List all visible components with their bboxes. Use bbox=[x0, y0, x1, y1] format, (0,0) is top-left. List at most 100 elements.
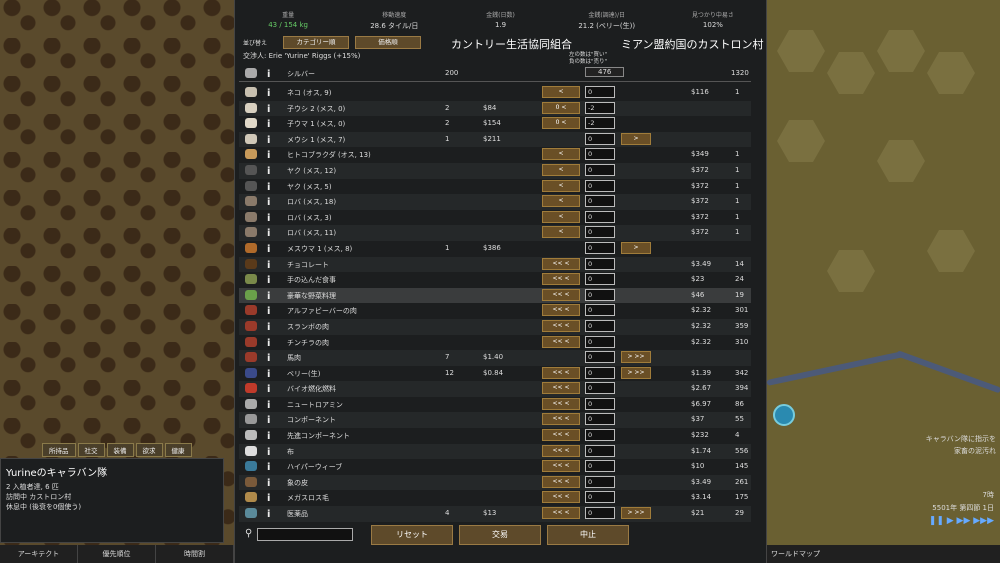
info-icon[interactable]: i bbox=[267, 135, 270, 146]
decrease-button[interactable]: << < bbox=[542, 507, 580, 520]
decrease-button[interactable]: << < bbox=[542, 288, 580, 301]
quantity-input[interactable]: 0 bbox=[585, 132, 615, 145]
quantity-input[interactable]: -2 bbox=[585, 101, 615, 114]
quantity-input[interactable]: 0 bbox=[585, 241, 615, 254]
search-input[interactable] bbox=[257, 528, 353, 541]
quantity-input[interactable]: 0 bbox=[585, 429, 615, 442]
info-icon[interactable]: i bbox=[267, 104, 270, 115]
info-icon[interactable]: i bbox=[267, 400, 270, 411]
quantity-input[interactable]: 0 bbox=[585, 507, 615, 520]
info-icon[interactable]: i bbox=[267, 88, 270, 99]
quantity-input[interactable]: 0 bbox=[585, 86, 615, 98]
quantity-input[interactable]: 0 bbox=[585, 397, 615, 410]
reset-button[interactable]: リセット bbox=[371, 525, 453, 545]
info-icon[interactable]: i bbox=[267, 384, 270, 395]
architect-button[interactable]: アーキテクト bbox=[0, 545, 78, 563]
quantity-input[interactable]: 0 bbox=[585, 226, 615, 239]
quantity-input[interactable]: 0 bbox=[585, 460, 615, 473]
info-icon[interactable]: i bbox=[267, 322, 270, 333]
quantity-input[interactable]: 0 bbox=[585, 382, 615, 395]
quantity-input[interactable]: 0 bbox=[585, 195, 615, 208]
sort-price-button[interactable]: 価格順 bbox=[355, 36, 421, 49]
sort-category-button[interactable]: カテゴリー順 bbox=[283, 36, 349, 49]
cancel-button[interactable]: 中止 bbox=[547, 525, 629, 545]
quantity-input[interactable]: 0 bbox=[585, 319, 615, 332]
quantity-input[interactable]: 0 bbox=[585, 444, 615, 457]
increase-button[interactable]: > >> bbox=[621, 351, 651, 364]
quantity-input[interactable]: 0 bbox=[585, 273, 615, 286]
world-map-right[interactable]: キャラバン隊に指示を 家畜の泥汚れ 7時 5501年 第四節 1日 ❚❚ ▶ ▶… bbox=[766, 0, 1000, 563]
decrease-button[interactable]: << < bbox=[542, 491, 580, 504]
decrease-button[interactable]: << < bbox=[542, 397, 580, 410]
alert-instruct[interactable]: キャラバン隊に指示を bbox=[926, 434, 996, 444]
decrease-button[interactable]: < bbox=[542, 179, 580, 192]
quantity-input[interactable]: 0 bbox=[585, 335, 615, 348]
quantity-input[interactable]: 0 bbox=[585, 179, 615, 192]
info-icon[interactable]: i bbox=[267, 119, 270, 130]
info-icon[interactable]: i bbox=[267, 182, 270, 193]
tab-inventory[interactable]: 所持品 bbox=[42, 443, 76, 457]
decrease-button[interactable]: 0 < bbox=[542, 117, 580, 130]
worldmap-button[interactable]: ワールドマップ bbox=[771, 549, 820, 559]
decrease-button[interactable]: < bbox=[542, 195, 580, 208]
info-icon[interactable]: i bbox=[267, 244, 270, 255]
quantity-input[interactable]: 0 bbox=[585, 288, 615, 301]
increase-button[interactable]: > bbox=[621, 132, 651, 145]
decrease-button[interactable]: << < bbox=[542, 304, 580, 317]
quantity-input[interactable]: 0 bbox=[585, 475, 615, 488]
increase-button[interactable]: > >> bbox=[621, 507, 651, 520]
info-icon[interactable]: i bbox=[267, 369, 270, 380]
decrease-button[interactable]: << < bbox=[542, 444, 580, 457]
info-icon[interactable]: i bbox=[267, 166, 270, 177]
quantity-input[interactable]: -2 bbox=[585, 117, 615, 130]
quantity-input[interactable]: 0 bbox=[585, 351, 615, 364]
quantity-input[interactable]: 0 bbox=[585, 163, 615, 176]
decrease-button[interactable]: << < bbox=[542, 273, 580, 286]
info-icon[interactable]: i bbox=[267, 69, 270, 80]
quantity-input[interactable]: 0 bbox=[585, 366, 615, 379]
decrease-button[interactable]: < bbox=[542, 210, 580, 223]
tab-social[interactable]: 社交 bbox=[77, 443, 105, 457]
decrease-button[interactable]: 0 < bbox=[542, 101, 580, 114]
quantity-input[interactable]: 0 bbox=[585, 413, 615, 426]
info-icon[interactable]: i bbox=[267, 275, 270, 286]
decrease-button[interactable]: << < bbox=[542, 413, 580, 426]
speed-controls[interactable]: ❚❚ ▶ ▶▶ ▶▶▶ bbox=[929, 516, 994, 526]
info-icon[interactable]: i bbox=[267, 306, 270, 317]
info-icon[interactable]: i bbox=[267, 353, 270, 364]
decrease-button[interactable]: << < bbox=[542, 429, 580, 442]
priority-button[interactable]: 優先順位 bbox=[78, 545, 156, 563]
info-icon[interactable]: i bbox=[267, 493, 270, 504]
info-icon[interactable]: i bbox=[267, 447, 270, 458]
tab-needs[interactable]: 欲求 bbox=[135, 443, 163, 457]
info-icon[interactable]: i bbox=[267, 462, 270, 473]
decrease-button[interactable]: < bbox=[542, 163, 580, 176]
decrease-button[interactable]: << < bbox=[542, 319, 580, 332]
decrease-button[interactable]: << < bbox=[542, 460, 580, 473]
quantity-input[interactable]: 0 bbox=[585, 304, 615, 317]
info-icon[interactable]: i bbox=[267, 150, 270, 161]
world-map-left[interactable]: 所持品 社交 装備 欲求 健康 Yurineのキャラバン隊 2 入植者達, 6 … bbox=[0, 0, 234, 563]
quantity-input[interactable]: 0 bbox=[585, 257, 615, 270]
accept-button[interactable]: 交易 bbox=[459, 525, 541, 545]
info-icon[interactable]: i bbox=[267, 431, 270, 442]
schedule-button[interactable]: 時間割 bbox=[156, 545, 234, 563]
info-icon[interactable]: i bbox=[267, 197, 270, 208]
info-icon[interactable]: i bbox=[267, 478, 270, 489]
info-icon[interactable]: i bbox=[267, 509, 270, 520]
alert-filth[interactable]: 家畜の泥汚れ bbox=[954, 446, 996, 456]
quantity-input[interactable]: 0 bbox=[585, 210, 615, 223]
decrease-button[interactable]: << < bbox=[542, 366, 580, 379]
decrease-button[interactable]: << < bbox=[542, 335, 580, 348]
info-icon[interactable]: i bbox=[267, 260, 270, 271]
tab-health[interactable]: 健康 bbox=[164, 443, 192, 457]
info-icon[interactable]: i bbox=[267, 291, 270, 302]
decrease-button[interactable]: << < bbox=[542, 382, 580, 395]
increase-button[interactable]: > >> bbox=[621, 366, 651, 379]
quantity-input[interactable]: 0 bbox=[585, 491, 615, 504]
decrease-button[interactable]: << < bbox=[542, 257, 580, 270]
tab-gear[interactable]: 装備 bbox=[106, 443, 134, 457]
info-icon[interactable]: i bbox=[267, 213, 270, 224]
info-icon[interactable]: i bbox=[267, 338, 270, 349]
increase-button[interactable]: > bbox=[621, 241, 651, 254]
